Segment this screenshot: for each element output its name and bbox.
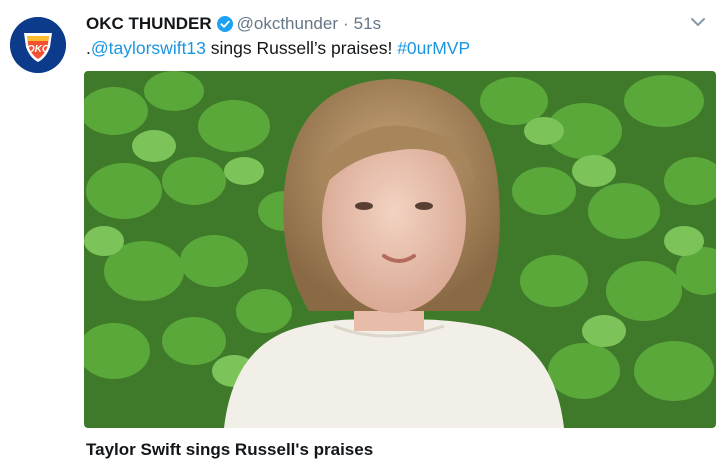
tweet-header: OKC THUNDER @okcthunder · 51s [86,12,381,36]
video-player[interactable] [84,71,716,428]
hashtag-link[interactable]: #0urMVP [397,38,470,58]
tweet-text: .@taylorswift13 sings Russell’s praises!… [86,38,470,59]
video-caption[interactable]: Taylor Swift sings Russell's praises [86,440,373,460]
verified-badge-icon [216,16,233,32]
separator-dot: · [342,14,349,33]
video-thumbnail [84,71,716,428]
display-name[interactable]: OKC THUNDER [86,14,212,34]
okc-thunder-logo-icon: OKC [10,17,66,73]
chevron-down-icon[interactable] [688,14,708,30]
user-handle[interactable]: @okcthunder [237,14,338,34]
timestamp-link[interactable]: 51s [354,14,381,34]
text-middle: sings Russell’s praises! [205,38,398,58]
mention-link[interactable]: @taylorswift13 [91,38,206,58]
avatar-text: OKC [27,44,50,55]
avatar[interactable]: OKC [10,17,66,73]
